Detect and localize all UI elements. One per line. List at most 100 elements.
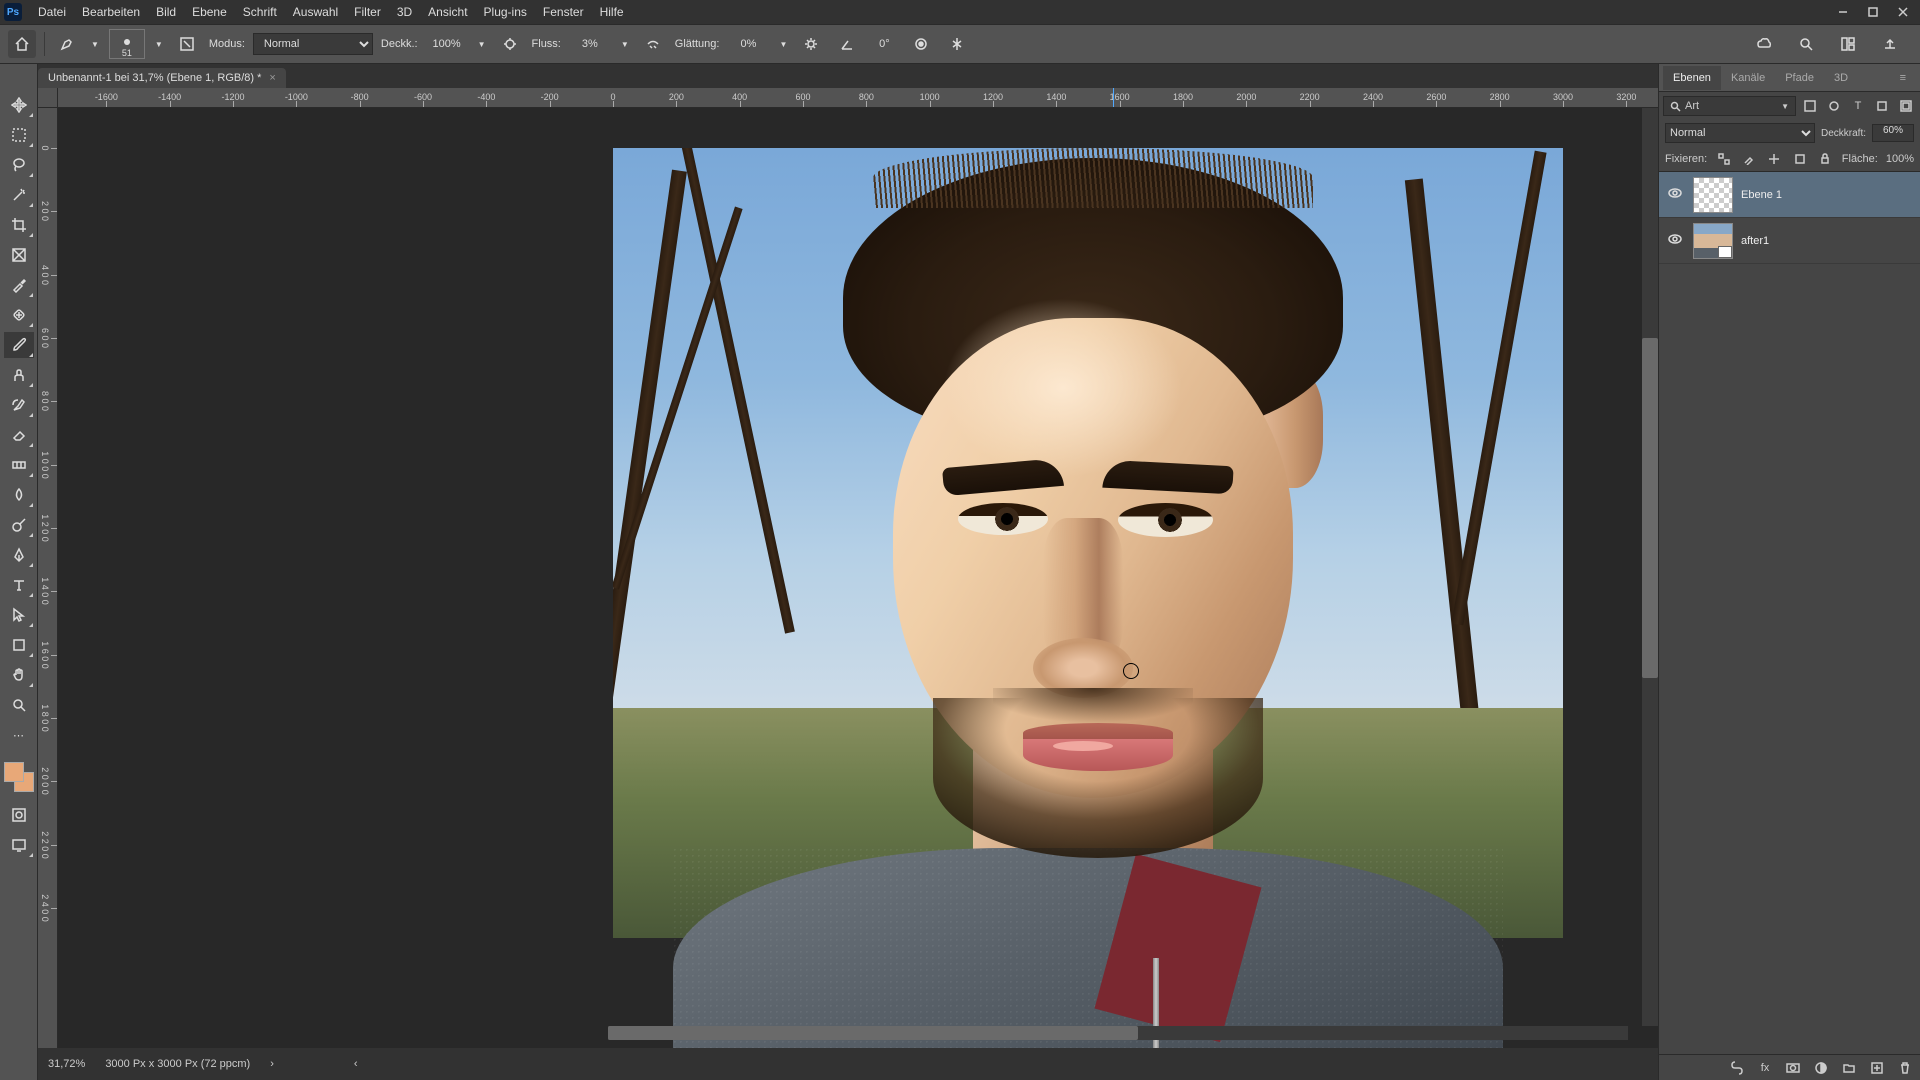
angle-value[interactable]: 0° [869,38,899,50]
menu-hilfe[interactable]: Hilfe [592,1,632,23]
visibility-toggle-icon[interactable] [1665,232,1685,249]
tool-preset-icon[interactable] [53,30,81,58]
visibility-toggle-icon[interactable] [1665,186,1685,203]
brush-tool[interactable] [4,332,34,358]
magic-wand-tool[interactable] [4,182,34,208]
home-button[interactable] [8,30,36,58]
layer-row[interactable]: after1 [1659,218,1920,264]
type-tool[interactable] [4,572,34,598]
adjustment-layer-icon[interactable] [1812,1059,1830,1077]
hand-tool[interactable] [4,662,34,688]
menu-auswahl[interactable]: Auswahl [285,1,346,23]
opacity-value[interactable]: 100% [426,38,468,50]
link-layers-icon[interactable] [1728,1059,1746,1077]
menu-bearbeiten[interactable]: Bearbeiten [74,1,148,23]
menu-filter[interactable]: Filter [346,1,389,23]
scrollbar-thumb[interactable] [608,1026,1138,1040]
lock-pixels-icon[interactable] [1741,150,1758,168]
blend-mode-select[interactable]: Normal [253,33,373,55]
menu-bild[interactable]: Bild [148,1,184,23]
shape-tool[interactable] [4,632,34,658]
eyedropper-tool[interactable] [4,272,34,298]
lasso-tool[interactable] [4,152,34,178]
layer-name[interactable]: Ebene 1 [1741,189,1782,201]
brush-panel-toggle-icon[interactable] [173,30,201,58]
menu-3d[interactable]: 3D [389,1,420,23]
horizontal-scrollbar[interactable] [608,1026,1628,1044]
chevron-down-icon[interactable]: ▼ [153,40,165,49]
edit-toolbar-icon[interactable]: ⋯ [4,722,34,748]
frame-tool[interactable] [4,242,34,268]
flow-value[interactable]: 3% [569,38,611,50]
move-tool[interactable] [4,92,34,118]
menu-plugins[interactable]: Plug-ins [476,1,535,23]
vertical-scrollbar[interactable] [1642,108,1658,1026]
chevron-left-icon[interactable]: ‹ [354,1058,358,1070]
gradient-tool[interactable] [4,452,34,478]
lock-transparency-icon[interactable] [1715,150,1732,168]
filter-shape-icon[interactable] [1872,96,1892,116]
smoothing-value[interactable]: 0% [727,38,769,50]
ruler-horizontal[interactable]: -1600-1400-1200-1000-800-600-400-2000200… [58,88,1658,108]
group-layers-icon[interactable] [1840,1059,1858,1077]
smoothing-settings-icon[interactable] [797,30,825,58]
blur-tool[interactable] [4,482,34,508]
layer-thumbnail[interactable] [1693,223,1733,259]
layer-mask-icon[interactable] [1784,1059,1802,1077]
dodge-tool[interactable] [4,512,34,538]
layer-filter-select[interactable]: Art ▼ [1663,96,1796,116]
path-select-tool[interactable] [4,602,34,628]
lock-artboard-icon[interactable] [1791,150,1808,168]
scrollbar-thumb[interactable] [1642,338,1658,678]
filter-adjust-icon[interactable] [1824,96,1844,116]
lock-all-icon[interactable] [1816,150,1833,168]
menu-ansicht[interactable]: Ansicht [420,1,475,23]
pen-tool[interactable] [4,542,34,568]
layer-opacity-value[interactable]: 60% [1872,124,1914,142]
lock-position-icon[interactable] [1766,150,1783,168]
eraser-tool[interactable] [4,422,34,448]
delete-layer-icon[interactable] [1896,1059,1914,1077]
canvas[interactable] [58,108,1658,1048]
quick-mask-icon[interactable] [4,802,34,828]
airbrush-icon[interactable] [639,30,667,58]
chevron-right-icon[interactable]: › [270,1058,274,1070]
fill-value[interactable]: 100% [1886,153,1914,165]
menu-schrift[interactable]: Schrift [235,1,285,23]
ruler-origin[interactable] [38,88,58,108]
document-tab[interactable]: Unbenannt-1 bei 31,7% (Ebene 1, RGB/8) *… [38,68,286,88]
tab-ebenen[interactable]: Ebenen [1663,66,1721,90]
search-icon[interactable] [1792,30,1820,58]
close-icon[interactable]: × [269,72,275,84]
chevron-down-icon[interactable]: ▼ [777,40,789,49]
layer-blend-mode-select[interactable]: Normal [1665,123,1815,143]
chevron-down-icon[interactable]: ▼ [89,40,101,49]
opacity-pressure-icon[interactable] [496,30,524,58]
marquee-tool[interactable] [4,122,34,148]
filter-type-icon[interactable]: T [1848,96,1868,116]
panel-menu-icon[interactable]: ≡ [1890,66,1916,90]
new-layer-icon[interactable] [1868,1059,1886,1077]
maximize-button[interactable] [1858,0,1888,24]
workspace-icon[interactable] [1834,30,1862,58]
screen-mode-icon[interactable] [4,832,34,858]
zoom-level[interactable]: 31,72% [48,1058,85,1070]
menu-fenster[interactable]: Fenster [535,1,592,23]
share-icon[interactable] [1876,30,1904,58]
size-pressure-icon[interactable] [907,30,935,58]
tab-pfade[interactable]: Pfade [1775,66,1824,90]
tab-kanale[interactable]: Kanäle [1721,66,1775,90]
layer-row[interactable]: Ebene 1 [1659,172,1920,218]
chevron-down-icon[interactable]: ▼ [476,40,488,49]
close-button[interactable] [1888,0,1918,24]
zoom-tool[interactable] [4,692,34,718]
chevron-down-icon[interactable]: ▼ [619,40,631,49]
crop-tool[interactable] [4,212,34,238]
filter-pixel-icon[interactable] [1800,96,1820,116]
layer-name[interactable]: after1 [1741,235,1769,247]
cloud-docs-icon[interactable] [1750,30,1778,58]
menu-datei[interactable]: Datei [30,1,74,23]
minimize-button[interactable] [1828,0,1858,24]
layer-style-icon[interactable]: fx [1756,1059,1774,1077]
clone-stamp-tool[interactable] [4,362,34,388]
